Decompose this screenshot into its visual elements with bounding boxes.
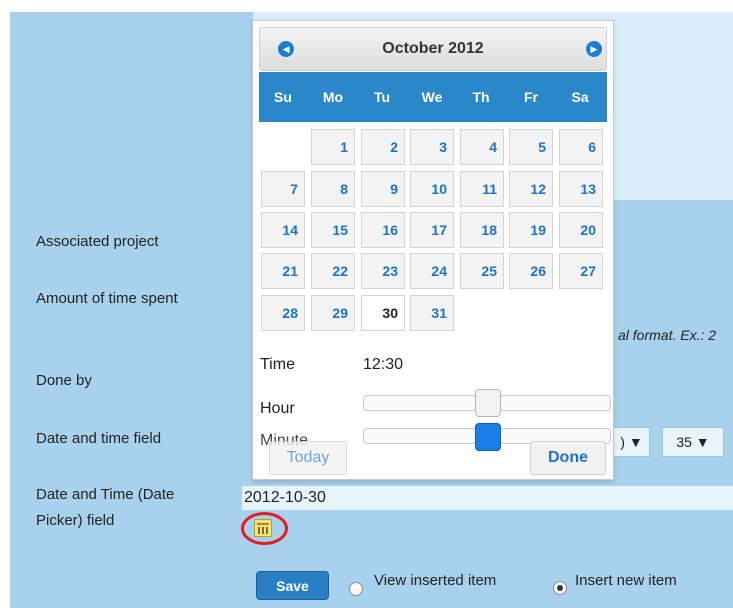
calendar-day[interactable]: 15 (311, 212, 355, 248)
calendar-day[interactable]: 28 (261, 295, 305, 331)
calendar-day[interactable]: 30 (361, 295, 405, 331)
calendar-icon[interactable] (254, 519, 272, 537)
calendar-day[interactable]: 22 (311, 253, 355, 289)
weekday-we: We (421, 89, 443, 105)
calendar-day[interactable]: 17 (410, 212, 454, 248)
minute-select[interactable]: 35 ▼ (662, 427, 724, 457)
done-button[interactable]: Done (530, 441, 606, 475)
today-button[interactable]: Today (269, 441, 347, 475)
radio-view-inserted-label: View inserted item (374, 572, 497, 589)
calendar-day[interactable]: 29 (311, 295, 355, 331)
calendar-day[interactable]: 24 (410, 253, 454, 289)
calendar-day[interactable]: 3 (410, 129, 454, 165)
calendar-day[interactable]: 31 (410, 295, 454, 331)
time-value: 12:30 (363, 356, 404, 373)
calendar-day[interactable]: 7 (261, 171, 305, 207)
weekday-tu: Tu (373, 89, 391, 105)
radio-view-inserted[interactable] (349, 582, 363, 596)
calendar-day[interactable]: 2 (361, 129, 405, 165)
hour-label: Hour (260, 400, 295, 417)
calendar-day[interactable]: 18 (460, 212, 504, 248)
calendar-day[interactable]: 11 (460, 171, 504, 207)
minute-slider-handle[interactable] (475, 423, 501, 451)
weekday-su: Su (274, 89, 292, 105)
radio-insert-new-label: Insert new item (575, 572, 677, 589)
weekday-th: Th (472, 89, 490, 105)
datepicker-header: ◀ October 2012 ▶ (259, 27, 607, 71)
datetime-picker-popup: ◀ October 2012 ▶ Su Mo Tu We Th Fr Sa 12… (252, 20, 614, 480)
hour-select[interactable]: ) ▼ (614, 427, 650, 457)
calendar-day[interactable]: 16 (361, 212, 405, 248)
chevron-right-icon[interactable]: ▶ (586, 41, 602, 57)
weekday-fr: Fr (524, 89, 538, 105)
weekday-header-row: Su Mo Tu We Th Fr Sa (259, 72, 607, 122)
calendar-day[interactable]: 21 (261, 253, 305, 289)
calendar-day[interactable]: 13 (559, 171, 603, 207)
label-date-picker-line2: Picker) field (36, 512, 115, 529)
hour-slider-handle[interactable] (475, 389, 501, 417)
calendar-day[interactable]: 25 (460, 253, 504, 289)
calendar-day[interactable]: 14 (261, 212, 305, 248)
weekday-mo: Mo (322, 89, 344, 105)
calendar-day[interactable]: 1 (311, 129, 355, 165)
weekday-sa: Sa (571, 89, 589, 105)
calendar-day[interactable]: 8 (311, 171, 355, 207)
calendar-day[interactable]: 26 (509, 253, 553, 289)
calendar-day[interactable]: 27 (559, 253, 603, 289)
label-done-by: Done by (36, 372, 92, 389)
calendar-day[interactable]: 19 (509, 212, 553, 248)
calendar-day[interactable]: 4 (460, 129, 504, 165)
date-picker-input[interactable] (242, 486, 733, 510)
radio-insert-new[interactable] (553, 581, 567, 595)
label-date-time-field: Date and time field (36, 430, 162, 447)
calendar-day[interactable]: 23 (361, 253, 405, 289)
time-label: Time (260, 356, 295, 373)
save-button[interactable]: Save (256, 571, 329, 600)
datepicker-month-year: October 2012 (382, 40, 484, 57)
label-date-picker-line1: Date and Time (Date (36, 486, 175, 503)
amount-hint-text: al format. Ex.: 2 (618, 327, 717, 343)
hour-slider[interactable] (363, 389, 611, 417)
calendar-day[interactable]: 12 (509, 171, 553, 207)
calendar-day[interactable]: 10 (410, 171, 454, 207)
label-amount-of-time: Amount of time spent (36, 290, 178, 307)
calendar-day[interactable]: 6 (559, 129, 603, 165)
calendar-day[interactable]: 9 (361, 171, 405, 207)
calendar-day[interactable]: 20 (559, 212, 603, 248)
label-associated-project: Associated project (36, 233, 159, 250)
calendar-day[interactable]: 5 (509, 129, 553, 165)
